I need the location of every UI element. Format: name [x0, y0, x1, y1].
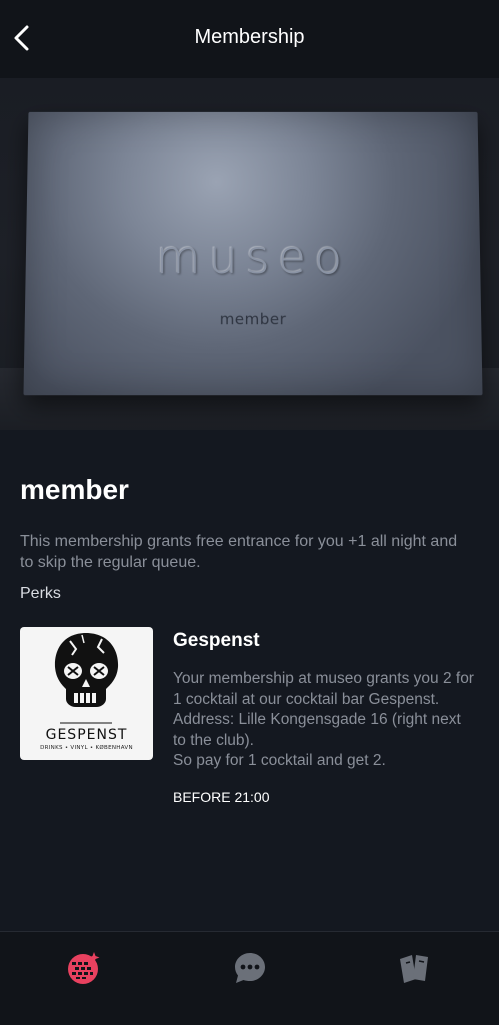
back-button[interactable]: [8, 24, 36, 52]
card-tier-label: member: [219, 310, 287, 329]
perk-description-line: So pay for 1 cocktail and get 2.: [173, 752, 386, 769]
perk-item[interactable]: GESPENST DRINKS • VINYL • KØBENHAVN Gesp…: [20, 627, 480, 827]
top-app-bar: Membership: [0, 0, 499, 78]
disco-ball-icon: [68, 952, 100, 984]
card-logo: museo: [155, 230, 351, 285]
perk-title: Gespenst: [173, 630, 260, 651]
skull-icon: [54, 633, 119, 724]
nav-item-tickets[interactable]: [394, 946, 438, 990]
nav-item-chat[interactable]: [228, 946, 272, 990]
tickets-icon: [400, 955, 428, 983]
perk-description: Your membership at museo grants you 2 fo…: [173, 669, 478, 772]
perk-logo-subtext: DRINKS • VINYL • KØBENHAVN: [40, 745, 133, 751]
perk-logo-image: GESPENST DRINKS • VINYL • KØBENHAVN: [20, 627, 153, 760]
perk-description-line: Your membership at museo grants you 2 fo…: [173, 670, 474, 749]
membership-card-hero: museo member: [0, 78, 499, 430]
page-title: Membership: [194, 25, 305, 48]
membership-card: museo member: [23, 111, 483, 396]
chat-bubble-icon: [235, 953, 265, 983]
nav-item-events[interactable]: [61, 946, 105, 990]
perk-logo-wordmark: GESPENST: [45, 727, 128, 743]
bottom-navigation: [0, 931, 499, 1025]
membership-name: member: [20, 474, 129, 505]
perk-time-limit: BEFORE 21:00: [173, 789, 270, 805]
membership-description: This membership grants free entrance for…: [20, 533, 458, 571]
perks-heading: Perks: [20, 585, 61, 602]
back-arrow-icon: [14, 25, 29, 51]
